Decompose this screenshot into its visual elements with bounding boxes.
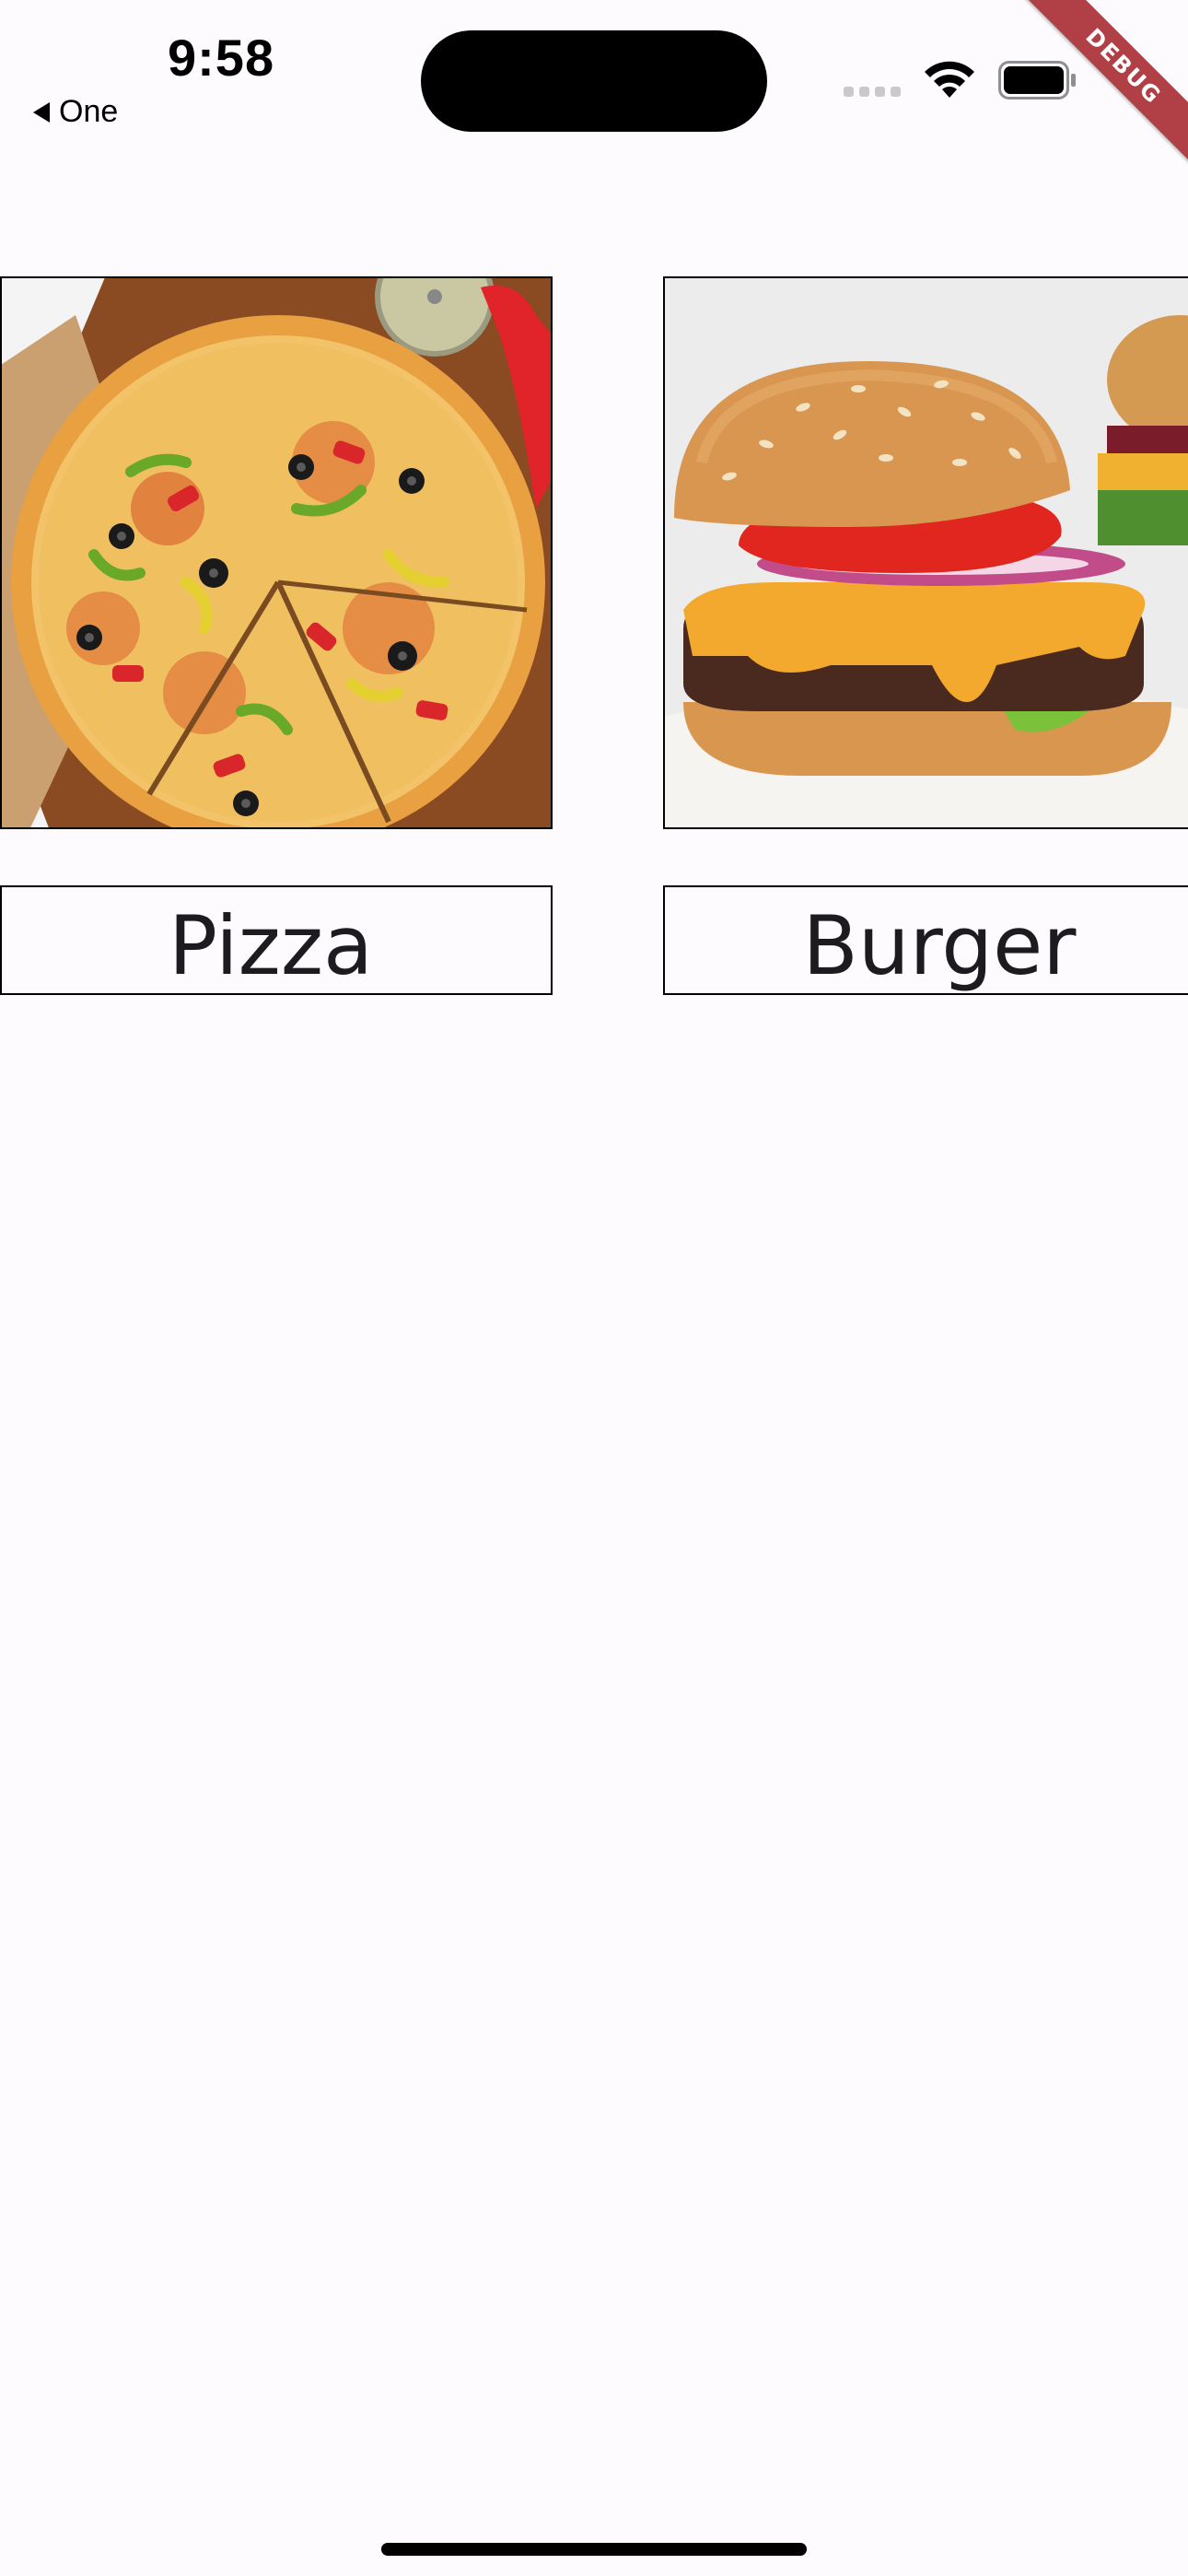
wifi-icon — [925, 61, 974, 98]
back-arrow-icon — [33, 101, 50, 123]
debug-banner-label: DEBUG — [1011, 0, 1188, 179]
burger-label-box[interactable]: Burger — [663, 885, 1188, 995]
burger-image[interactable] — [663, 276, 1188, 829]
pizza-label: Pizza — [169, 897, 373, 993]
back-to-app-button[interactable]: One — [33, 94, 118, 130]
debug-banner: DEBUG — [1004, 0, 1188, 184]
status-time: 9:58 — [168, 29, 275, 87]
pizza-label-box[interactable]: Pizza — [0, 885, 553, 995]
burger-photo — [665, 278, 1188, 827]
dynamic-island — [421, 30, 767, 132]
back-to-app-label: One — [59, 94, 119, 129]
pizza-photo — [2, 278, 551, 827]
pizza-image[interactable] — [0, 276, 553, 829]
cellular-signal-icon — [844, 87, 901, 97]
burger-label: Burger — [802, 897, 1077, 993]
home-indicator[interactable] — [381, 2543, 807, 2556]
